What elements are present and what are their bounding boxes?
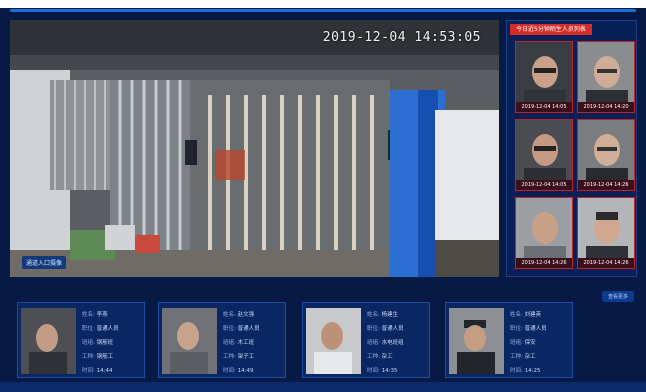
person-role: 普通人员 <box>96 326 119 332</box>
video-timestamp: 2019-12-04 14:53:05 <box>322 30 481 45</box>
stranger-face-4[interactable]: 2019-12-04 14:26 <box>577 119 635 191</box>
person-name: 赵文强 <box>237 312 255 318</box>
person-trade: 杂工 <box>524 354 536 360</box>
personnel-photo <box>21 308 76 374</box>
stranger-alert-panel: 今日近5分钟陌生人员列表 2019-12-04 14:05 2019-12-04… <box>506 20 637 277</box>
personnel-card-4[interactable]: 姓名: 刘建英 职位: 普通人员 班组: 保安 工种: 杂工 时间: 14:25 <box>445 302 573 378</box>
person-role: 普通人员 <box>237 326 260 332</box>
camera-feed[interactable]: 2019-12-04 14:53:05 通道入口摄像 <box>10 20 499 277</box>
person-team: 钢筋班 <box>96 340 114 346</box>
person-role: 普通人员 <box>381 326 404 332</box>
person-name: 李燕 <box>96 312 108 318</box>
view-more-button[interactable]: 查看更多 <box>601 291 634 302</box>
stranger-face-2[interactable]: 2019-12-04 14:20 <box>577 41 635 113</box>
person-trade: 钢筋工 <box>96 354 114 360</box>
personnel-photo <box>162 308 217 374</box>
personnel-photo <box>306 308 361 374</box>
person-time: 14:25 <box>524 368 541 374</box>
person-time: 14:44 <box>96 368 113 374</box>
top-bar <box>0 0 646 8</box>
personnel-photo <box>449 308 504 374</box>
camera-label: 通道入口摄像 <box>22 256 67 269</box>
monitor-screen: 2019-12-04 14:53:05 通道入口摄像 今日近5分钟陌生人员列表 … <box>0 0 646 392</box>
header-line <box>10 9 636 12</box>
footer-band <box>0 382 646 392</box>
stranger-face-3[interactable]: 2019-12-04 14:05 <box>515 119 573 191</box>
stranger-face-1[interactable]: 2019-12-04 14:05 <box>515 41 573 113</box>
person-time: 14:35 <box>381 368 398 374</box>
person-team: 木工班 <box>237 340 255 346</box>
person-trade: 杂工 <box>381 354 393 360</box>
stranger-face-5[interactable]: 2019-12-04 14:26 <box>515 197 573 269</box>
person-name: 杨建生 <box>381 312 399 318</box>
gate-scene <box>10 20 499 277</box>
personnel-card-2[interactable]: 姓名: 赵文强 职位: 普通人员 班组: 木工班 工种: 架子工 时间: 14:… <box>158 302 286 378</box>
stranger-face-6[interactable]: 2019-12-04 14:26 <box>577 197 635 269</box>
person-name: 刘建英 <box>524 312 542 318</box>
person-team: 保安 <box>524 340 536 346</box>
person-team: 水电班组 <box>381 340 404 346</box>
alert-title: 今日近5分钟陌生人员列表 <box>510 24 592 35</box>
person-time: 14:49 <box>237 368 254 374</box>
personnel-card-3[interactable]: 姓名: 杨建生 职位: 普通人员 班组: 水电班组 工种: 杂工 时间: 14:… <box>302 302 430 378</box>
person-role: 普通人员 <box>524 326 547 332</box>
person-trade: 架子工 <box>237 354 255 360</box>
personnel-card-1[interactable]: 姓名: 李燕 职位: 普通人员 班组: 钢筋班 工种: 钢筋工 时间: 14:4… <box>17 302 145 378</box>
